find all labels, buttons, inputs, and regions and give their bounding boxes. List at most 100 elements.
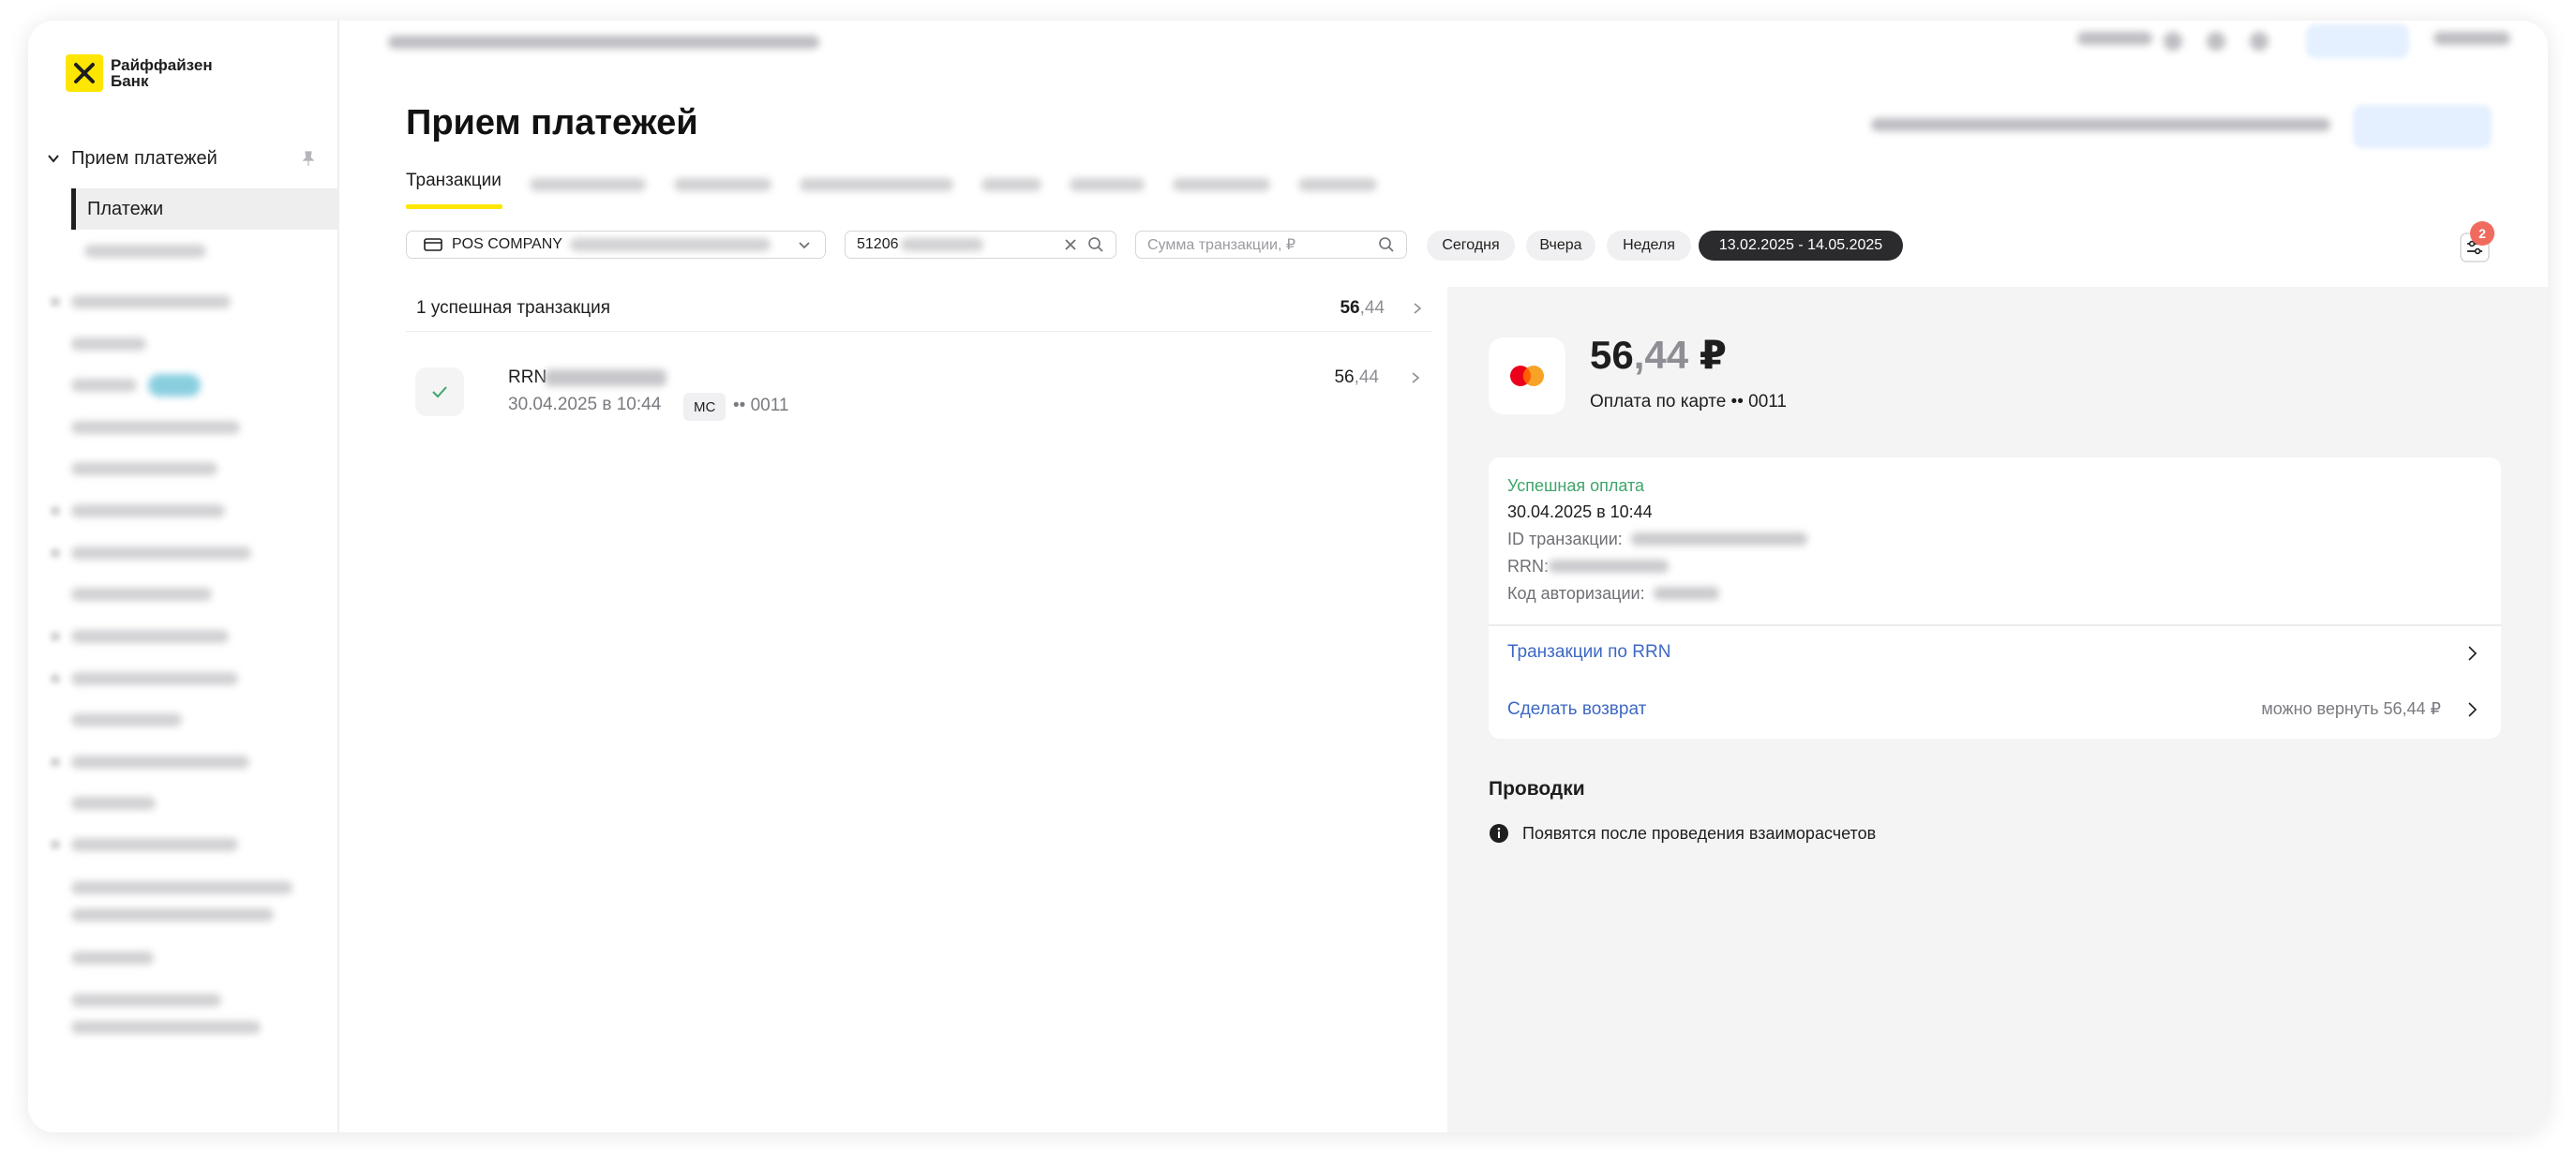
detail-auth-redacted — [1654, 587, 1719, 600]
tab-redacted[interactable] — [1173, 178, 1270, 191]
chevron-right-icon[interactable] — [2465, 701, 2479, 718]
sidebar-item-redacted[interactable] — [71, 504, 225, 517]
transactions-summary[interactable]: 1 успешная транзакция 56,44 — [406, 292, 1431, 332]
refund-link[interactable]: Сделать возврат — [1507, 699, 1646, 720]
logo-text: Райффайзен Банк — [111, 57, 213, 89]
terminal-select-value: POS COMPANY — [452, 236, 562, 252]
pin-icon[interactable] — [300, 150, 317, 167]
sidebar-item-redacted — [71, 908, 274, 921]
amount-input-placeholder: Сумма транзакции, ₽ — [1147, 237, 1296, 253]
search-value-redacted — [900, 238, 983, 251]
info-icon — [1490, 824, 1508, 843]
status-badge: Успешная оплата — [1507, 476, 1645, 495]
top-icon-redacted[interactable] — [2207, 32, 2225, 51]
app-window: Райффайзен Банк Прием платежей Платежи П… — [28, 21, 2548, 1132]
sidebar-item-redacted[interactable] — [71, 951, 154, 965]
amount-input[interactable]: Сумма транзакции, ₽ — [1135, 231, 1407, 259]
chevron-icon — [51, 840, 60, 849]
transaction-rrn-redacted — [545, 369, 666, 386]
tab-redacted[interactable] — [1070, 178, 1145, 191]
sidebar-item-redacted[interactable] — [71, 713, 182, 726]
divider — [1489, 624, 2501, 626]
search-icon[interactable] — [1087, 236, 1104, 253]
sidebar-item-payments[interactable]: Платежи — [71, 188, 337, 230]
summary-amount-int: 56 — [1340, 298, 1360, 318]
detail-amount-int: 56 — [1590, 333, 1634, 377]
sidebar-tag-redacted — [148, 374, 201, 397]
raiffeisen-logo[interactable]: Райффайзен Банк — [66, 54, 213, 92]
sidebar-item-redacted[interactable] — [84, 245, 206, 258]
transaction-amount-frac: ,44 — [1354, 367, 1379, 387]
detail-amount: 56,44 ₽ — [1590, 332, 1727, 378]
header-button-redacted[interactable] — [2353, 105, 2492, 148]
tab-transactions[interactable]: Транзакции — [406, 171, 502, 191]
detail-auth-label: Код авторизации: — [1507, 584, 1645, 603]
chevron-icon — [51, 674, 60, 683]
detail-amount-frac: ,44 — [1633, 333, 1689, 377]
transaction-date: 30.04.2025 в 10:44 — [508, 395, 662, 414]
sidebar-item-redacted[interactable] — [71, 838, 238, 851]
postings-note: Появятся после проведения взаиморасчетов — [1489, 823, 1876, 844]
sidebar-item-redacted[interactable] — [71, 588, 212, 601]
chevron-icon — [51, 506, 60, 516]
sidebar-item-redacted[interactable] — [71, 337, 146, 351]
sidebar-item-redacted[interactable] — [71, 630, 229, 643]
terminal-icon — [424, 238, 442, 251]
chevron-icon — [51, 548, 60, 558]
tab-redacted[interactable] — [800, 178, 953, 191]
sidebar-item-redacted[interactable] — [71, 797, 156, 810]
search-icon[interactable] — [1378, 236, 1395, 253]
tab-redacted[interactable] — [530, 178, 646, 191]
chevron-right-icon — [1414, 303, 1422, 314]
top-icon-redacted[interactable] — [2250, 32, 2269, 51]
company-selector-redacted[interactable] — [388, 36, 819, 49]
sidebar-item-redacted[interactable] — [71, 756, 249, 769]
postings-title: Проводки — [1489, 778, 1585, 800]
tab-redacted[interactable] — [981, 178, 1041, 191]
transaction-amount: 56,44 — [1334, 367, 1379, 388]
sidebar-item-redacted[interactable] — [71, 462, 217, 475]
postings-note-text: Появятся после проведения взаиморасчетов — [1522, 823, 1877, 843]
terminal-address-redacted — [569, 238, 771, 251]
account-selector-redacted[interactable] — [1871, 118, 2330, 131]
search-input[interactable]: 51206 — [845, 231, 1116, 259]
chevron-down-icon — [799, 242, 810, 249]
search-input-value: 51206 — [857, 236, 899, 252]
sidebar-item-redacted[interactable] — [71, 379, 137, 392]
tab-redacted[interactable] — [674, 178, 771, 191]
top-icon-redacted[interactable] — [2164, 32, 2182, 51]
payment-info-card: Успешная оплата 30.04.2025 в 10:44 ID тр… — [1489, 457, 2501, 739]
chevron-right-icon[interactable] — [2465, 645, 2479, 662]
sidebar-item-redacted[interactable] — [71, 547, 251, 560]
rrn-transactions-link[interactable]: Транзакции по RRN — [1507, 642, 1670, 663]
check-icon — [415, 367, 464, 416]
sidebar-item-redacted[interactable] — [71, 421, 240, 434]
sidebar-item-redacted[interactable] — [71, 672, 238, 685]
chip-week[interactable]: Неделя — [1607, 231, 1691, 261]
detail-currency: ₽ — [1699, 333, 1728, 377]
transaction-card-mask: •• 0011 — [733, 396, 789, 415]
tab-redacted[interactable] — [1298, 178, 1377, 191]
table-row[interactable]: RRN 30.04.2025 в 10:44 MC •• 0011 56,44 — [406, 341, 1431, 426]
sidebar-item-redacted[interactable] — [71, 295, 231, 308]
raiffeisen-logo-icon — [66, 54, 103, 92]
sidebar: Райффайзен Банк Прием платежей Платежи — [28, 21, 339, 1132]
chevron-icon — [51, 632, 60, 641]
sidebar-item-redacted[interactable] — [71, 881, 292, 894]
chevron-right-icon — [1412, 372, 1420, 383]
detail-description: Оплата по карте •• 0011 — [1590, 392, 1787, 412]
top-button-redacted[interactable] — [2306, 24, 2409, 58]
refund-available-note: можно вернуть 56,44 ₽ — [2261, 699, 2441, 718]
terminal-select[interactable]: POS COMPANY — [406, 231, 826, 259]
sidebar-section-label: Прием платежей — [71, 147, 217, 169]
chip-today[interactable]: Сегодня — [1427, 231, 1515, 261]
sidebar-item-redacted[interactable] — [71, 994, 221, 1007]
chevron-icon — [51, 757, 60, 767]
detail-rrn-label: RRN: — [1507, 557, 1549, 576]
clear-icon[interactable] — [1063, 237, 1078, 252]
chip-yesterday[interactable]: Вчера — [1526, 231, 1595, 261]
top-action-redacted[interactable] — [2077, 32, 2152, 45]
sidebar-section-payments[interactable]: Прием платежей — [45, 142, 326, 174]
user-menu-redacted[interactable] — [2434, 32, 2510, 45]
chip-date-range[interactable]: 13.02.2025 - 14.05.2025 — [1699, 231, 1903, 261]
